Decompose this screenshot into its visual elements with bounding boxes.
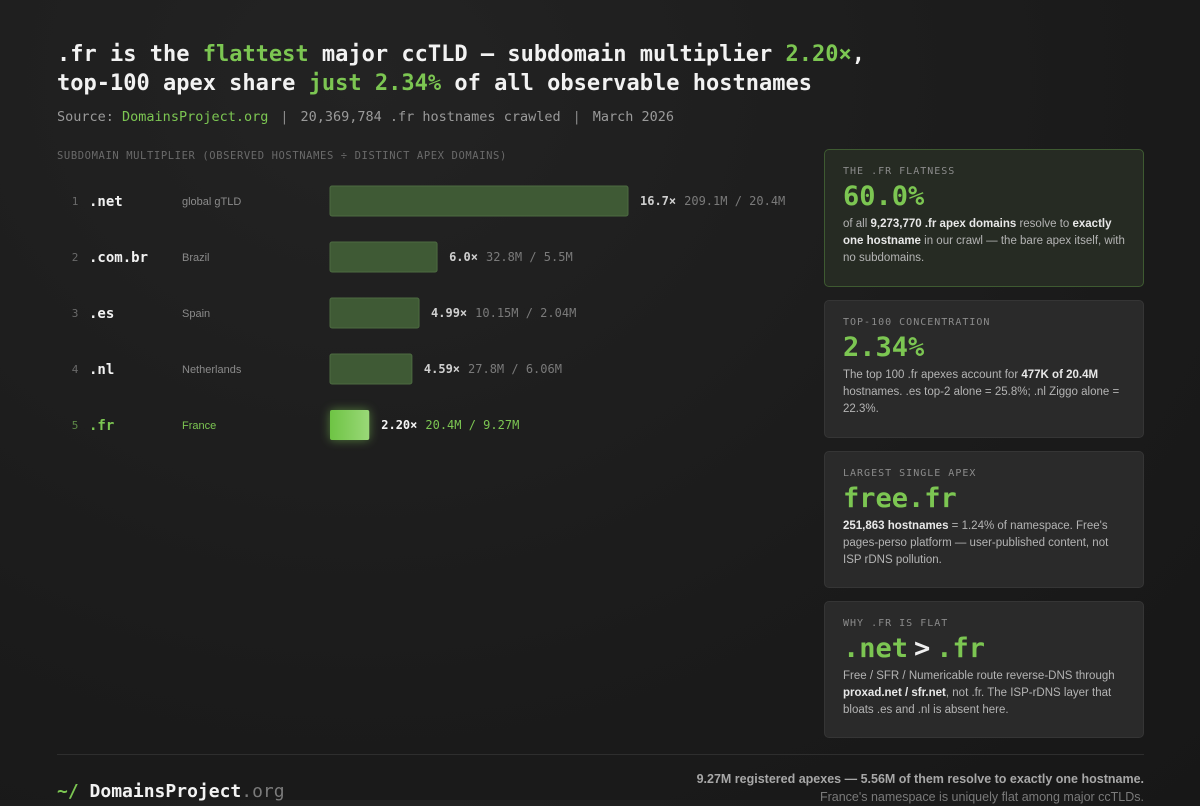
source-prefix: Source: xyxy=(57,109,114,125)
card-label: THE .FR FLATNESS xyxy=(843,166,956,177)
card-emphasis: 251,863 hostnames xyxy=(843,520,949,532)
card-big-value: .net > .fr xyxy=(843,632,1125,666)
footer-note-line-1: 9.27M registered apexes — 5.56M of them … xyxy=(696,772,1144,786)
headline-text: .fr is the xyxy=(57,42,203,67)
card-big-right: .fr xyxy=(936,633,986,664)
bar xyxy=(329,353,413,385)
bar xyxy=(330,410,370,440)
subdomain-multiplier-chart: 1 .net global gTLD 16.7× 209.1M / 20.4M 2 .com… xyxy=(72,185,785,440)
card-text: hostnames. .es top-2 alone = 25.8%; .nl … xyxy=(843,386,1120,415)
value-label: 16.7× 209.1M / 20.4M xyxy=(640,194,785,208)
ratio-detail: 10.15M / 2.04M xyxy=(475,306,576,320)
card-emphasis: proxad.net / sfr.net xyxy=(843,687,946,699)
value-label: 4.99× 10.15M / 2.04M xyxy=(431,306,576,320)
bar xyxy=(329,185,629,217)
tld-label: .com.br xyxy=(89,250,148,266)
logo-tld: .org xyxy=(241,781,285,802)
tld-label: .net xyxy=(89,194,123,210)
headline-highlight: just 2.34% xyxy=(308,71,442,96)
rank-label: 1 xyxy=(72,195,79,208)
chart-section-label: SUBDOMAIN MULTIPLIER (OBSERVED HOSTNAMES… xyxy=(57,150,507,162)
tld-label: .es xyxy=(89,306,114,322)
country-label: Spain xyxy=(182,308,210,320)
value-label: 4.59× 27.8M / 6.06M xyxy=(424,362,562,376)
card-description: of all 9,273,770 .fr apex domains resolv… xyxy=(843,216,1125,267)
card-text: resolve to xyxy=(1016,218,1073,230)
footer-divider xyxy=(57,754,1144,755)
source-link[interactable]: DomainsProject.org xyxy=(122,109,268,125)
ratio-detail: 20.4M / 9.27M xyxy=(425,418,519,432)
bar xyxy=(329,297,420,329)
multiplier-value: 16.7× xyxy=(640,194,676,208)
tld-label: .nl xyxy=(89,362,114,378)
stat-cards: THE .FR FLATNESS 60.0% of all 9,273,770 … xyxy=(824,149,1144,751)
page-headline: .fr is the flattest major ccTLD — subdom… xyxy=(57,40,1057,98)
source-separator: | xyxy=(572,109,581,125)
why-flat-card: WHY .FR IS FLAT .net > .fr Free / SFR / Nu… xyxy=(824,601,1144,738)
card-big-value: 2.34% xyxy=(843,332,925,363)
rank-label: 5 xyxy=(72,419,79,432)
concentration-card: TOP-100 CONCENTRATION 2.34% The top 100 … xyxy=(824,300,1144,438)
ratio-detail: 209.1M / 20.4M xyxy=(684,194,785,208)
rank-label: 3 xyxy=(72,307,79,320)
headline-text: top-100 apex share xyxy=(57,71,309,96)
headline-text: of all observable hostnames xyxy=(441,71,812,96)
card-text: Free / SFR / Numericable route reverse-D… xyxy=(843,670,1115,682)
rank-label: 4 xyxy=(72,363,79,376)
country-label: global gTLD xyxy=(182,196,241,208)
source-separator: | xyxy=(280,109,289,125)
card-description: The top 100 .fr apexes account for 477K … xyxy=(843,367,1125,418)
source-line: Source: DomainsProject.org | 20,369,784 .f… xyxy=(57,109,674,125)
headline-highlight: 2.20× xyxy=(785,42,852,67)
card-emphasis: 9,273,770 .fr apex domains xyxy=(870,218,1017,230)
ratio-detail: 27.8M / 6.06M xyxy=(468,362,562,376)
multiplier-value: 4.59× xyxy=(424,362,460,376)
country-label: Brazil xyxy=(182,252,210,264)
country-label: France xyxy=(182,420,216,432)
rank-label: 2 xyxy=(72,251,79,264)
card-emphasis: 477K of 20.4M xyxy=(1021,369,1099,381)
footer-logo[interactable]: ~/ DomainsProject.org xyxy=(57,781,285,802)
headline-text: major ccTLD — subdomain multiplier xyxy=(308,42,786,67)
crawl-count: 20,369,784 .fr hostnames crawled xyxy=(300,109,561,125)
headline-line-2: top-100 apex share just 2.34% of all obs… xyxy=(57,71,812,96)
card-big-operator: > xyxy=(914,633,931,664)
country-label: Netherlands xyxy=(182,364,242,376)
footer-note: 9.27M registered apexes — 5.56M of them … xyxy=(697,770,1144,806)
card-big-left: .net xyxy=(843,633,909,664)
crawl-date: March 2026 xyxy=(592,109,675,125)
flatness-card: THE .FR FLATNESS 60.0% of all 9,273,770 … xyxy=(824,149,1144,287)
largest-apex-card: LARGEST SINGLE APEX free.fr 251,863 host… xyxy=(824,451,1144,588)
headline-line-1: .fr is the flattest major ccTLD — subdom… xyxy=(57,42,865,67)
tld-label: .fr xyxy=(89,418,114,434)
ratio-detail: 32.8M / 5.5M xyxy=(486,250,573,264)
multiplier-value: 6.0× xyxy=(449,250,478,264)
card-big-value: 60.0% xyxy=(843,181,925,212)
bar xyxy=(329,241,438,273)
footer-note-line-2: France's namespace is uniquely flat amon… xyxy=(819,790,1144,804)
card-label: TOP-100 CONCENTRATION xyxy=(843,317,991,328)
multiplier-value: 4.99× xyxy=(431,306,467,320)
multiplier-value: 2.20× xyxy=(381,418,417,432)
card-label: WHY .FR IS FLAT xyxy=(843,618,949,629)
card-label: LARGEST SINGLE APEX xyxy=(843,468,977,479)
card-big-value: free.fr xyxy=(843,483,957,514)
headline-text: , xyxy=(851,42,865,67)
card-description: 251,863 hostnames = 1.24% of namespace. … xyxy=(843,518,1125,569)
value-label: 6.0× 32.8M / 5.5M xyxy=(449,250,573,264)
logo-tilde: ~/ xyxy=(57,781,79,802)
headline-highlight: flattest xyxy=(202,42,309,67)
logo-name: DomainsProject xyxy=(89,781,242,802)
card-text: of all xyxy=(843,218,871,230)
card-description: Free / SFR / Numericable route reverse-D… xyxy=(843,668,1125,719)
card-text: The top 100 .fr apexes account for xyxy=(843,369,1022,381)
value-label: 2.20× 20.4M / 9.27M xyxy=(381,418,519,432)
